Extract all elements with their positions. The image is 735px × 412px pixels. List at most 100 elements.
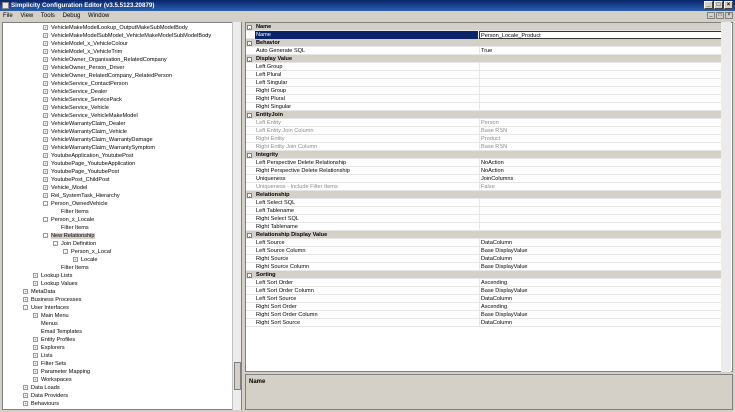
expand-icon[interactable]: + <box>33 377 38 383</box>
collapse-icon[interactable]: - <box>247 113 252 118</box>
property-value[interactable]: DataColumn <box>479 319 722 327</box>
property-value[interactable]: DataColumn <box>479 255 722 263</box>
tree-item[interactable]: - Person_x_Local <box>63 248 111 256</box>
expand-icon[interactable]: + <box>33 361 38 367</box>
expand-icon[interactable]: + <box>43 97 48 103</box>
property-row[interactable]: Left Sort Order Column Base DisplayValue <box>246 287 722 295</box>
property-row[interactable]: Right Entity Join Column Base RSN <box>246 143 722 151</box>
expand-icon[interactable]: + <box>43 105 48 111</box>
property-row[interactable]: Right Sort Source DataColumn <box>246 319 722 327</box>
close-button[interactable]: × <box>724 1 733 9</box>
property-value[interactable]: Ascending <box>479 279 722 287</box>
tree-item[interactable]: + VehicleMakeModelLookup_OutputMakeSubMod… <box>43 24 188 32</box>
tree-item[interactable]: Filter Items <box>53 208 89 216</box>
property-value[interactable] <box>479 199 722 207</box>
collapse-icon[interactable]: - <box>43 201 48 207</box>
tree-item[interactable]: + MetaData <box>23 288 55 296</box>
property-value[interactable]: DataColumn <box>479 239 722 247</box>
expand-icon[interactable]: + <box>43 81 48 87</box>
property-value[interactable] <box>479 215 722 223</box>
tree-item[interactable]: - Person_x_Locale <box>43 216 94 224</box>
property-category[interactable]: - Integrity <box>246 151 722 159</box>
property-row[interactable]: Left Entity Person <box>246 119 722 127</box>
expand-icon[interactable]: + <box>23 289 28 295</box>
expand-icon[interactable]: + <box>43 193 48 199</box>
property-row[interactable]: Right Tablename <box>246 223 722 231</box>
tree-item[interactable]: + Entity Profiles <box>33 336 75 344</box>
expand-icon[interactable]: + <box>33 281 38 287</box>
tree-item[interactable]: + Data Loads <box>23 384 60 392</box>
tree-item[interactable]: + Workspaces <box>33 376 72 384</box>
collapse-icon[interactable]: - <box>247 233 252 238</box>
tree-item[interactable]: Menus <box>33 320 58 328</box>
property-row[interactable]: Right Sort Order Column Base DisplayValue <box>246 311 722 319</box>
tree-item[interactable]: Email Templates <box>33 328 82 336</box>
collapse-icon[interactable]: - <box>247 57 252 62</box>
expand-icon[interactable]: + <box>23 401 28 407</box>
property-category[interactable]: - Relationship <box>246 191 722 199</box>
tree-item[interactable]: + VehicleWarrantyClaim_Dealer <box>43 120 125 128</box>
mdi-restore-button[interactable]: □ <box>716 12 724 19</box>
property-value[interactable] <box>479 63 722 71</box>
tree-item[interactable]: + Business Processes <box>23 296 81 304</box>
tree-item[interactable]: + VehicleModel_x_VehicleTrim <box>43 48 122 56</box>
property-category[interactable]: - Behavior <box>246 39 722 47</box>
tree-item[interactable]: + YoutubeApplication_YoutubePost <box>43 152 133 160</box>
menu-view[interactable]: View <box>17 13 36 19</box>
property-value[interactable]: NoAction <box>479 167 722 175</box>
property-value[interactable] <box>479 103 722 111</box>
tree-scrollbar-thumb[interactable] <box>234 362 241 390</box>
property-row[interactable]: Right Source Column Base DisplayValue <box>246 263 722 271</box>
property-row[interactable]: Left Select SQL <box>246 199 722 207</box>
tree-item[interactable]: + Vehicle_Model <box>43 184 87 192</box>
expand-icon[interactable]: + <box>43 33 48 39</box>
tree-item[interactable]: + VehicleService_ContactPerson <box>43 80 128 88</box>
expand-icon[interactable]: + <box>33 353 38 359</box>
property-row[interactable]: Name Person_Locale_Product <box>246 31 722 39</box>
mdi-close-button[interactable]: × <box>725 12 733 19</box>
tree-item[interactable]: + VehicleOwner_Organisation_RelatedCompan… <box>43 56 167 64</box>
tree-item[interactable]: + YoutubePage_YoutubePost <box>43 168 119 176</box>
expand-icon[interactable]: + <box>33 345 38 351</box>
expand-icon[interactable]: + <box>43 145 48 151</box>
property-row[interactable]: Right Sort Order Ascending <box>246 303 722 311</box>
property-category[interactable]: - Relationship Display Value <box>246 231 722 239</box>
tree-item[interactable]: + VehicleOwner_Person_Driver <box>43 64 124 72</box>
expand-icon[interactable]: + <box>23 385 28 391</box>
property-value[interactable]: Base RSN <box>479 127 722 135</box>
expand-icon[interactable]: + <box>43 89 48 95</box>
property-row[interactable]: Left Group <box>246 63 722 71</box>
property-value[interactable]: DataColumn <box>479 295 722 303</box>
expand-icon[interactable]: + <box>43 137 48 143</box>
tree-item[interactable]: + VehicleService_ServicePack <box>43 96 122 104</box>
expand-icon[interactable]: + <box>43 177 48 183</box>
property-row[interactable]: Right Select SQL <box>246 215 722 223</box>
property-category[interactable]: - EntityJoin <box>246 111 722 119</box>
property-value[interactable]: False <box>479 183 722 191</box>
expand-icon[interactable]: + <box>43 65 48 71</box>
tree-item[interactable]: - Person_OwnedVehicle <box>43 200 108 208</box>
collapse-icon[interactable]: - <box>63 249 68 255</box>
expand-icon[interactable]: + <box>43 113 48 119</box>
property-category[interactable]: - Display Value <box>246 55 722 63</box>
property-row[interactable]: Right Entity Product <box>246 135 722 143</box>
tree-item[interactable]: - New Relationship <box>43 232 95 240</box>
expand-icon[interactable]: + <box>33 273 38 279</box>
expand-icon[interactable]: + <box>73 257 78 263</box>
expand-icon[interactable]: + <box>43 41 48 47</box>
tree-item[interactable]: + YoutubePage_YoutubeApplication <box>43 160 135 168</box>
expand-icon[interactable]: + <box>33 369 38 375</box>
expand-icon[interactable]: + <box>43 153 48 159</box>
property-value[interactable]: Base DisplayValue <box>479 263 722 271</box>
tree-item[interactable]: + Locale <box>73 256 97 264</box>
tree-item[interactable]: + Filter Sets <box>33 360 66 368</box>
collapse-icon[interactable]: - <box>247 41 252 46</box>
property-row[interactable]: Left Plural <box>246 71 722 79</box>
expand-icon[interactable]: + <box>23 297 28 303</box>
property-value[interactable]: Person_Locale_Product <box>479 31 722 39</box>
tree-item[interactable]: + Rel_SystemTask_Hierarchy <box>43 192 120 200</box>
property-row[interactable]: Auto Generate SQL True <box>246 47 722 55</box>
tree-item[interactable]: + VehicleMakeModelSubModel_VehicleMakeMod… <box>43 32 211 40</box>
minimize-button[interactable]: _ <box>704 1 713 9</box>
menu-debug[interactable]: Debug <box>60 13 84 19</box>
